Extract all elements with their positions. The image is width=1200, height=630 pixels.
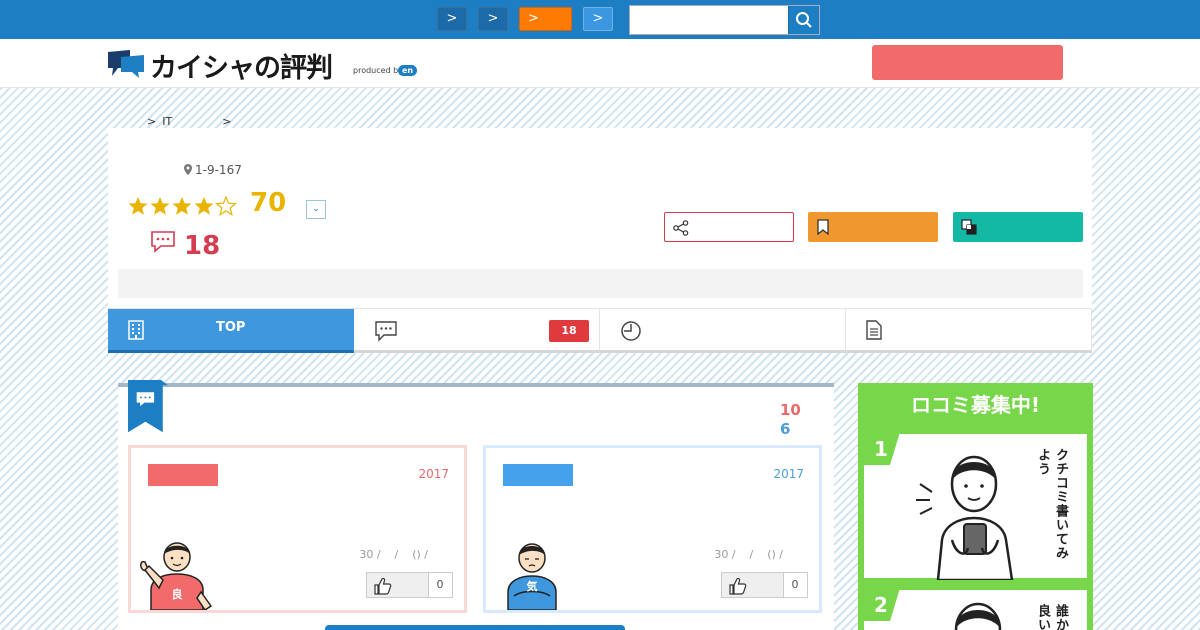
map-pin-icon (184, 164, 192, 175)
review-count-number: 18 (184, 231, 221, 261)
tab-top[interactable]: TOP (108, 309, 354, 353)
topbar-search (629, 5, 820, 35)
speech-bubble-icon (375, 321, 397, 342)
reviewer-meta: 30 / / () / (714, 548, 783, 561)
search-button[interactable] (788, 6, 819, 34)
header-cta-button[interactable] (872, 45, 1063, 80)
tab-reviews[interactable]: 18 (354, 309, 600, 353)
review-card-bad[interactable]: 2017 30 / / () / 0 気 (483, 445, 822, 613)
like-thumb (722, 573, 784, 597)
review-category-tag (148, 464, 218, 486)
like-count: 0 (791, 578, 799, 591)
logo-produced-by: produced by (353, 66, 403, 75)
star-rating-icon (128, 196, 238, 217)
review-section: 10 6 2017 30 / / () / 0 良 2017 30 / / ()… (118, 380, 834, 630)
bad-review-person-icon: 気 (507, 543, 557, 610)
good-badge-char: 良 (172, 587, 183, 601)
rating-detail-toggle[interactable]: ⌄ (306, 200, 326, 219)
logo-text: カイシャの評判 (150, 53, 333, 84)
follow-button[interactable] (808, 212, 938, 242)
top-bar: > > > > (0, 0, 1200, 39)
comic-caption: クチコミ書いてみよう (1035, 448, 1068, 560)
breadcrumb: > IT > (140, 102, 237, 128)
rating-score: 70 (250, 188, 287, 218)
tab-history[interactable] (600, 309, 846, 353)
bad-review-count: 6 (780, 420, 791, 438)
logo-en-badge: en (398, 65, 417, 76)
writing-person-icon (916, 455, 1014, 580)
like-count: 0 (436, 578, 444, 591)
breadcrumb-item-it[interactable]: IT (162, 115, 172, 128)
review-counts: 10 6 (780, 401, 801, 439)
search-icon (796, 12, 812, 28)
sidebar-title: ロコミ募集中! (910, 393, 1041, 417)
comic-panel-2: 2 誰か良い (862, 588, 1089, 630)
comment-icon (151, 231, 175, 253)
clock-icon (621, 321, 641, 341)
share-button[interactable] (664, 212, 794, 242)
share-icon (673, 220, 689, 236)
company-tabs: TOP 18 (108, 308, 1092, 353)
good-review-count: 10 (780, 401, 801, 419)
step-badge-icon: 1 (862, 432, 900, 465)
more-reviews-button[interactable] (325, 625, 625, 630)
review-year: 2017 (773, 467, 804, 481)
review-year: 2017 (418, 467, 449, 481)
building-icon (128, 320, 144, 340)
site-logo[interactable]: カイシャの評判 produced by en (108, 48, 428, 84)
tab-label: TOP (216, 320, 246, 335)
company-address: 1-9-167 (184, 163, 242, 177)
address-text: 1-9-167 (195, 163, 242, 177)
step-number: 2 (874, 593, 888, 617)
site-header: カイシャの評判 produced by en (0, 39, 1200, 88)
topbar-nav-button-3[interactable]: > (583, 7, 613, 31)
step-number: 1 (874, 437, 888, 461)
comic-caption: 誰か良い (1035, 604, 1068, 630)
company-info-strip (118, 269, 1083, 298)
comic-panel-1: 1 クチコミ書いてみよう (862, 432, 1089, 580)
like-button[interactable]: 0 (721, 572, 808, 598)
company-card: 1-9-167 70 ⌄ 18 TOP 18 (108, 128, 1092, 353)
logo-mark-icon (108, 50, 144, 78)
comment-ribbon-icon (128, 380, 168, 433)
compare-button[interactable] (953, 212, 1083, 242)
review-category-tag (503, 464, 573, 486)
breadcrumb-separator: > (147, 115, 157, 128)
topbar-nav-button-2[interactable]: > (478, 7, 508, 31)
person-head-icon (954, 602, 1002, 630)
sidebar-campaign[interactable]: ロコミ募集中! 1 クチコミ書いてみよう 2 誰か良い (858, 383, 1093, 630)
review-count: 18 (150, 230, 220, 261)
step-badge-icon: 2 (862, 588, 900, 621)
like-thumb (367, 573, 429, 597)
tab-review-count-badge: 18 (549, 320, 589, 342)
topbar-nav-button-1[interactable]: > (437, 7, 467, 31)
tab-documents[interactable] (846, 309, 1092, 353)
document-icon (866, 320, 882, 340)
review-card-good[interactable]: 2017 30 / / () / 0 良 (128, 445, 467, 613)
star-rating (128, 196, 238, 218)
bookmark-icon (817, 219, 829, 235)
breadcrumb-separator: > (222, 115, 232, 128)
reviewer-meta: 30 / / () / (359, 548, 428, 561)
like-button[interactable]: 0 (366, 572, 453, 598)
bad-badge-char: 気 (527, 579, 538, 593)
compare-icon (961, 219, 977, 235)
good-review-person-icon: 良 (140, 542, 213, 610)
topbar-highlight-button[interactable]: > (519, 7, 572, 31)
thumbs-up-icon (374, 577, 392, 595)
search-input[interactable] (632, 8, 788, 33)
thumbs-up-icon (729, 577, 747, 595)
